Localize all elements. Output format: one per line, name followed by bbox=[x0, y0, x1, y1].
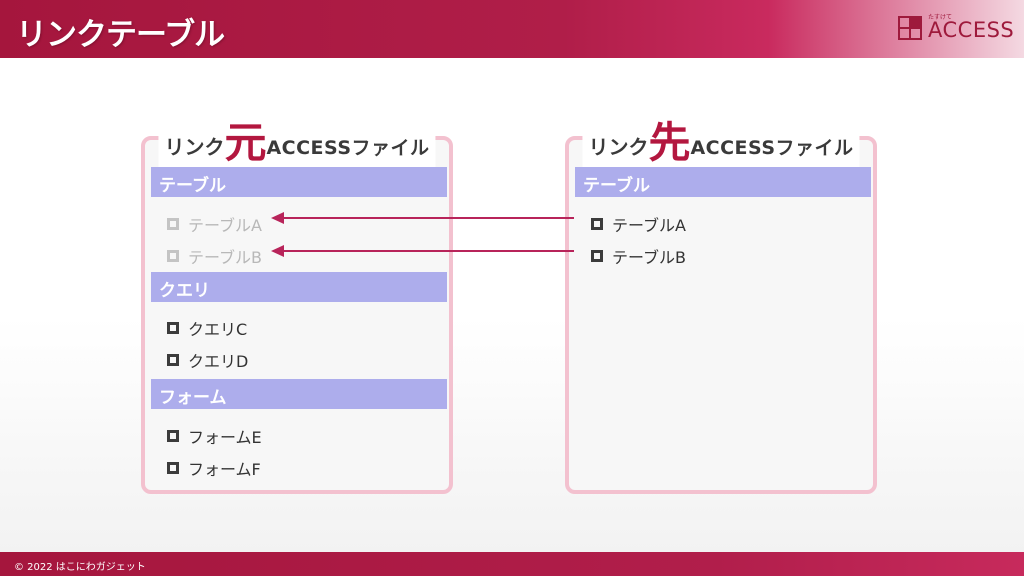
source-section-tables: テーブル bbox=[151, 167, 447, 197]
item-label: テーブルB bbox=[188, 248, 263, 267]
source-title-big: 元 bbox=[224, 118, 267, 167]
target-item-table-b: テーブルB bbox=[591, 244, 686, 268]
target-section-tables: テーブル bbox=[575, 167, 871, 197]
header-bar: リンクテーブル たすけて ACCESS bbox=[0, 0, 1024, 58]
item-label: テーブルA bbox=[612, 216, 686, 235]
item-label: フォームE bbox=[188, 428, 262, 447]
target-title-prefix: リンク bbox=[588, 135, 649, 159]
logo: たすけて ACCESS bbox=[898, 12, 1014, 46]
item-label: テーブルA bbox=[188, 216, 262, 235]
source-item-table-a: テーブルA bbox=[167, 212, 262, 236]
source-item-query-c: クエリC bbox=[167, 316, 247, 340]
source-item-query-d: クエリD bbox=[167, 348, 248, 372]
target-item-table-a: テーブルA bbox=[591, 212, 686, 236]
target-title-big: 先 bbox=[648, 118, 691, 167]
source-section-queries: クエリ bbox=[151, 272, 447, 302]
checkbox-icon bbox=[167, 354, 179, 366]
source-item-table-b: テーブルB bbox=[167, 244, 262, 268]
source-panel-title: リンク元ACCESSファイル bbox=[158, 109, 436, 170]
copyright: © 2022 はこにわガジェット bbox=[14, 562, 146, 573]
target-file-panel: リンク先ACCESSファイル テーブル テーブルA テーブルB bbox=[565, 109, 877, 494]
source-section-forms: フォーム bbox=[151, 379, 447, 409]
source-title-suffix: ACCESSファイル bbox=[266, 137, 430, 159]
checkbox-icon bbox=[167, 462, 179, 474]
item-label: クエリD bbox=[188, 352, 249, 371]
source-item-form-e: フォームE bbox=[167, 424, 262, 448]
source-title-prefix: リンク bbox=[164, 135, 225, 159]
logo-text: ACCESS bbox=[928, 18, 1015, 42]
checkbox-icon bbox=[167, 430, 179, 442]
checkbox-icon bbox=[591, 250, 603, 262]
checkbox-icon bbox=[591, 218, 603, 230]
checkbox-icon bbox=[167, 218, 179, 230]
source-item-form-f: フォームF bbox=[167, 456, 261, 480]
item-label: クエリC bbox=[188, 320, 248, 339]
item-label: フォームF bbox=[188, 460, 261, 479]
checkbox-icon bbox=[167, 250, 179, 262]
source-file-panel: リンク元ACCESSファイル テーブル テーブルA テーブルB クエリ クエリC… bbox=[141, 109, 453, 494]
checkbox-icon bbox=[167, 322, 179, 334]
target-panel-title: リンク先ACCESSファイル bbox=[582, 109, 860, 170]
item-label: テーブルB bbox=[612, 248, 687, 267]
target-title-suffix: ACCESSファイル bbox=[690, 137, 854, 159]
page-title: リンクテーブル bbox=[16, 17, 225, 53]
footer-bar: © 2022 はこにわガジェット bbox=[0, 552, 1024, 576]
logo-grid-icon bbox=[898, 16, 922, 40]
